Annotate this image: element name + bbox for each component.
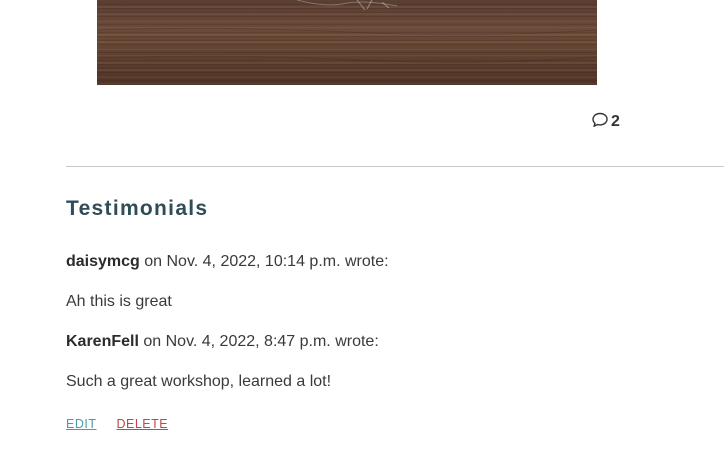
delete-link[interactable]: DELETE (116, 417, 168, 431)
comment-count[interactable]: 2 (591, 112, 620, 132)
testimonial-text: Ah this is great (66, 293, 172, 310)
wood-texture-decoration (97, 0, 597, 63)
speech-bubble-icon (591, 111, 609, 134)
post-image (97, 0, 597, 85)
testimonial-text: Such a great workshop, learned a lot! (66, 373, 332, 390)
testimonial-actions: EDIT DELETE (66, 417, 168, 431)
comment-count-value: 2 (611, 113, 620, 130)
testimonial-author: KarenFell (66, 333, 139, 350)
edit-link[interactable]: EDIT (66, 417, 96, 431)
testimonial-header: daisymcg on Nov. 4, 2022, 10:14 p.m. wro… (66, 253, 389, 271)
testimonials-heading: Testimonials (66, 197, 209, 220)
testimonial-meta: on Nov. 4, 2022, 8:47 p.m. wrote: (138, 333, 379, 350)
testimonial-meta: on Nov. 4, 2022, 10:14 p.m. wrote: (139, 253, 389, 270)
testimonial-header: KarenFell on Nov. 4, 2022, 8:47 p.m. wro… (66, 333, 379, 351)
testimonial-author: daisymcg (66, 253, 140, 270)
section-divider (66, 166, 724, 167)
